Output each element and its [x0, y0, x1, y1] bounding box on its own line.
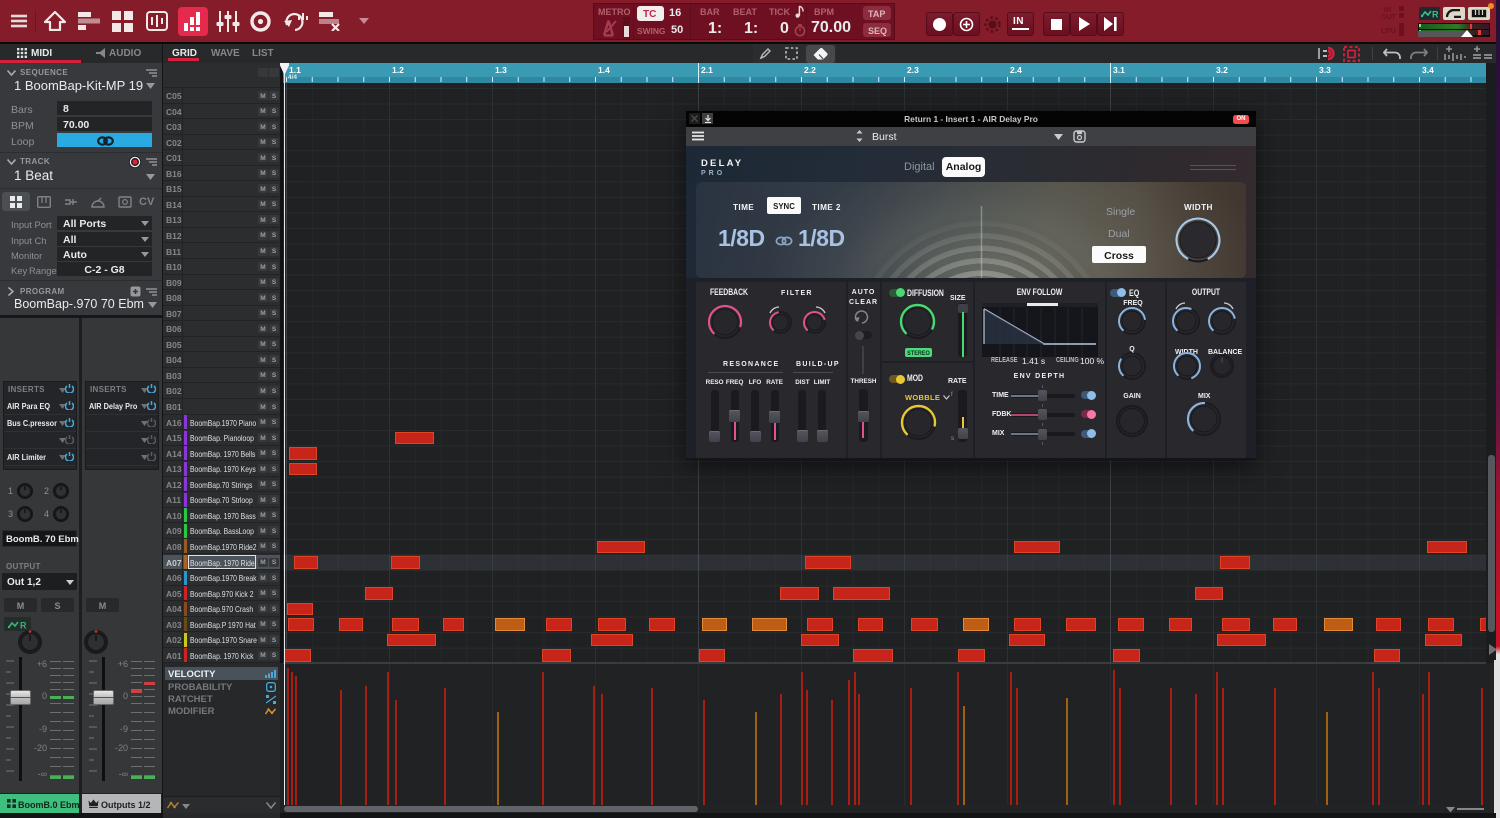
- svg-text:R: R: [1432, 10, 1438, 19]
- svg-text:R: R: [20, 621, 27, 630]
